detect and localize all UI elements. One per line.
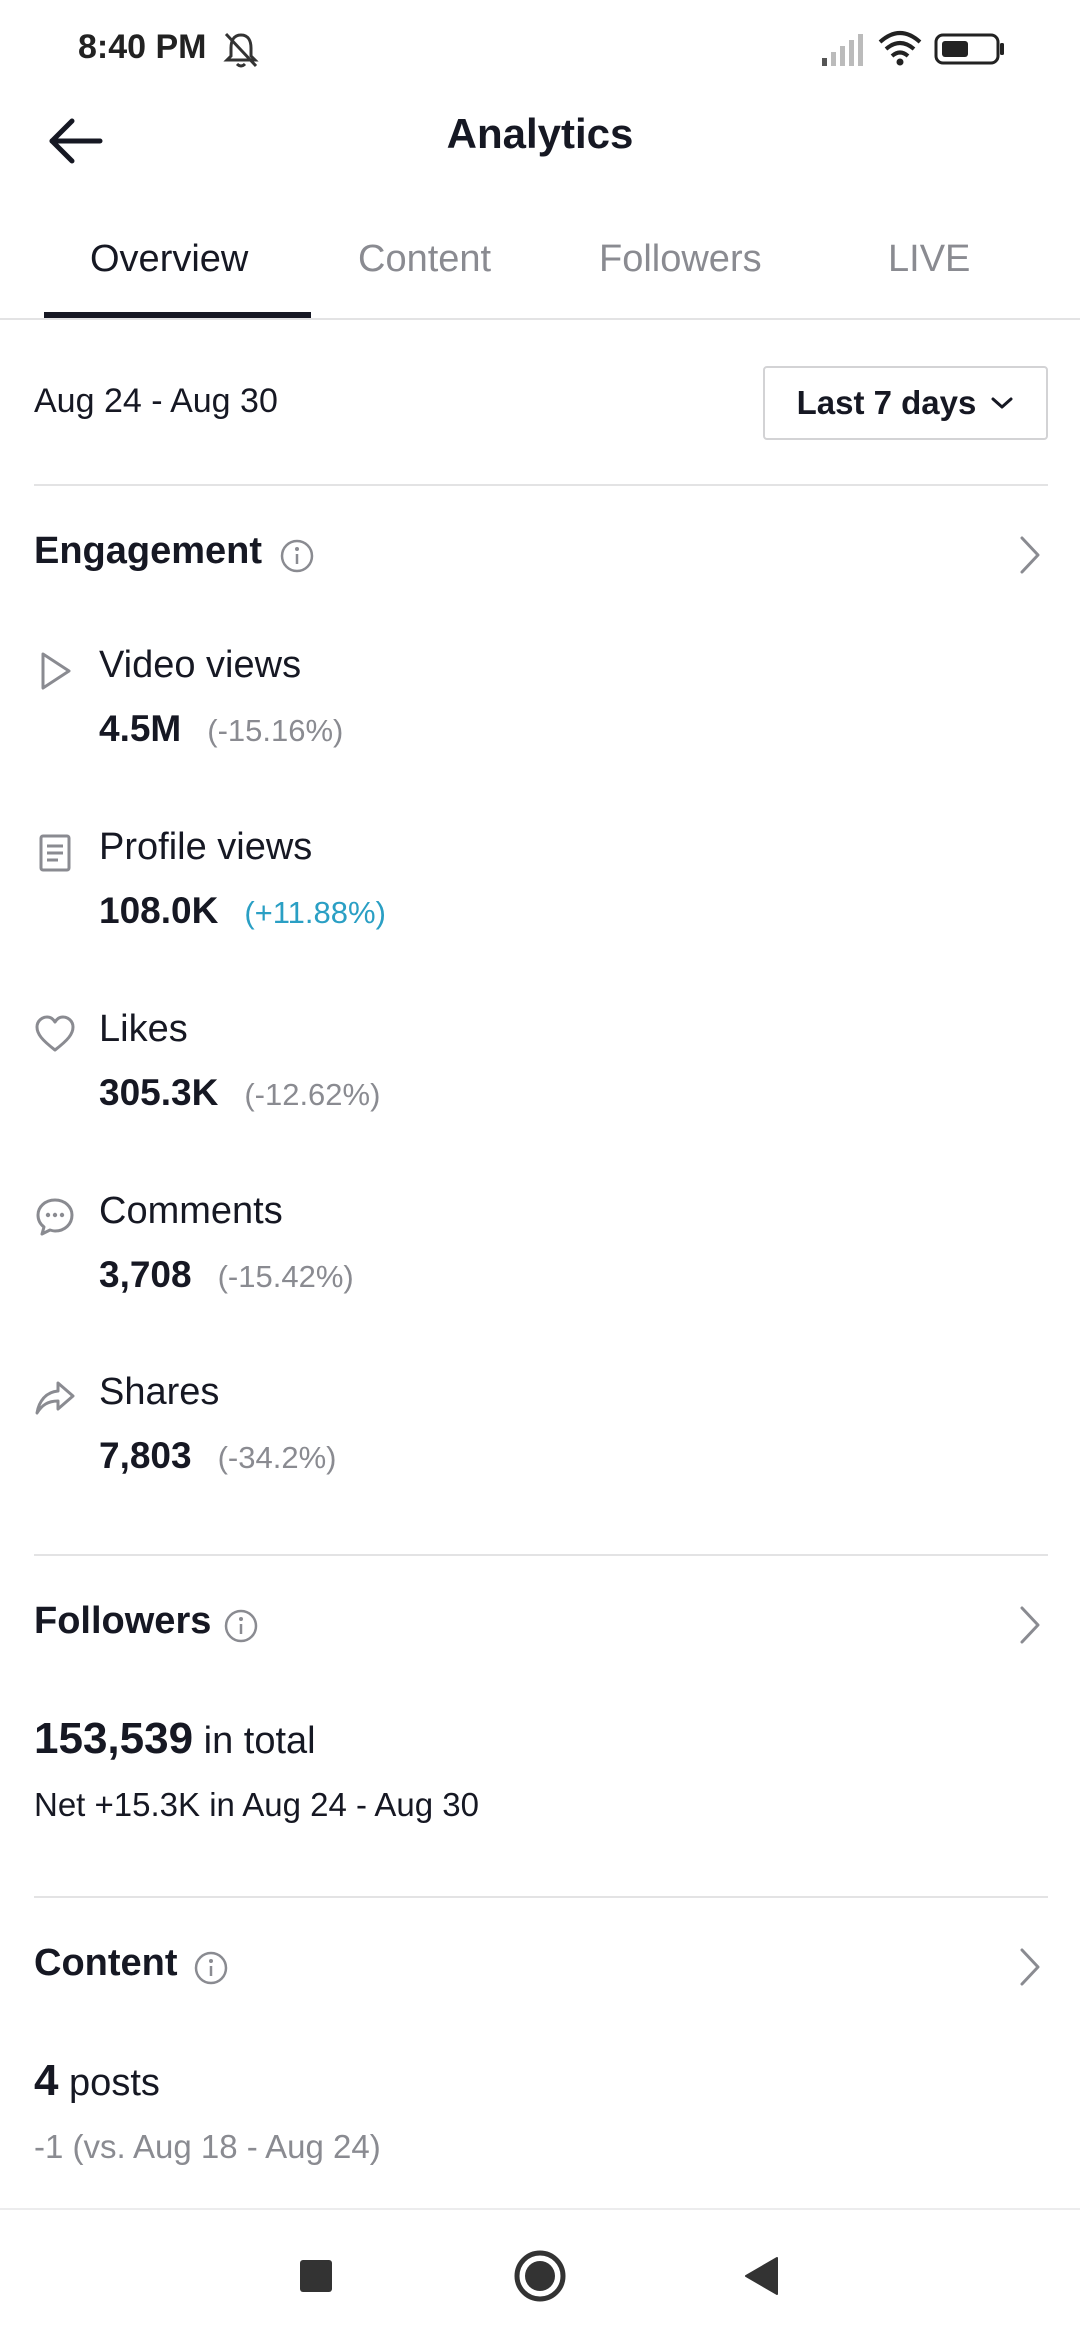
metric-change: (-15.16%) xyxy=(207,713,344,748)
tab-bar: Overview Content Followers LIVE xyxy=(0,216,1080,320)
play-icon xyxy=(41,652,71,690)
followers-total-value: 153,539 xyxy=(34,1714,194,1763)
page-title: Analytics xyxy=(446,110,634,157)
metric-change: (-15.42%) xyxy=(217,1259,354,1294)
followers-net: Net +15.3K in Aug 24 - Aug 30 xyxy=(34,1786,479,1823)
info-icon[interactable] xyxy=(193,1950,229,1986)
followers-total: 153,539 in total xyxy=(34,1714,316,1764)
engagement-title: Engagement xyxy=(34,530,263,572)
content-comparison: -1 (vs. Aug 18 - Aug 24) xyxy=(34,2128,381,2165)
divider xyxy=(34,1896,1048,1898)
tab-followers[interactable]: Followers xyxy=(599,238,762,281)
system-nav-bar xyxy=(0,2212,1080,2340)
signal-icon xyxy=(822,34,863,66)
metric-change: (+11.88%) xyxy=(244,895,386,930)
heart-icon xyxy=(35,1015,75,1052)
metric-label: Video views xyxy=(99,644,302,686)
tab-content[interactable]: Content xyxy=(358,238,491,281)
metric-value: 3,708 xyxy=(99,1254,192,1295)
app-header: Analytics xyxy=(0,96,1080,216)
engagement-section-header[interactable]: Engagement xyxy=(0,514,1080,594)
active-tab-indicator xyxy=(44,312,311,318)
metric-label: Profile views xyxy=(99,826,313,868)
chevron-right-icon[interactable] xyxy=(1008,1944,1048,1990)
divider xyxy=(34,484,1048,486)
comment-icon xyxy=(36,1198,74,1236)
metric-value: 4.5M xyxy=(99,708,182,749)
recents-button[interactable] xyxy=(286,2246,346,2306)
metric-value: 7,803 xyxy=(99,1435,192,1476)
info-icon[interactable] xyxy=(223,1608,259,1644)
metric-value: 305.3K xyxy=(99,1072,219,1113)
metric-change: (-34.2%) xyxy=(217,1440,337,1475)
square-icon xyxy=(300,2260,332,2292)
content-section-header[interactable]: Content xyxy=(0,1926,1080,2006)
metric-change: (-12.62%) xyxy=(244,1077,381,1112)
metric-shares: Shares 7,803 (-34.2%) xyxy=(0,1367,1080,1517)
share-icon xyxy=(35,1381,75,1415)
content-posts-count: 4 xyxy=(34,2056,59,2105)
bell-muted-icon xyxy=(223,32,259,68)
content-posts-suffix: posts xyxy=(69,2062,160,2104)
metric-label: Comments xyxy=(99,1190,283,1232)
metric-label: Likes xyxy=(99,1008,188,1050)
tab-overview[interactable]: Overview xyxy=(90,238,248,281)
tab-live[interactable]: LIVE xyxy=(888,238,970,281)
metric-value: 108.0K xyxy=(99,890,219,931)
metric-video-views: Video views 4.5M (-15.16%) xyxy=(0,640,1080,790)
followers-title: Followers xyxy=(34,1600,212,1642)
chevron-right-icon[interactable] xyxy=(1008,532,1048,578)
info-icon[interactable] xyxy=(279,538,315,574)
followers-section-header[interactable]: Followers xyxy=(0,1584,1080,1664)
battery-icon xyxy=(934,33,1004,65)
followers-total-suffix: in total xyxy=(203,1720,316,1762)
triangle-back-icon xyxy=(745,2257,778,2295)
period-dropdown[interactable]: Last 7 days xyxy=(763,366,1048,440)
metric-likes: Likes 305.3K (-12.62%) xyxy=(0,1004,1080,1154)
profile-card-icon xyxy=(39,834,71,872)
date-range-label: Aug 24 - Aug 30 xyxy=(34,382,278,420)
circle-icon xyxy=(514,2250,566,2302)
date-filter-row: Aug 24 - Aug 30 Last 7 days xyxy=(0,320,1080,486)
status-bar: 8:40 PM xyxy=(0,0,1080,96)
chevron-right-icon[interactable] xyxy=(1008,1602,1048,1648)
wifi-icon xyxy=(878,31,922,66)
period-dropdown-label: Last 7 days xyxy=(796,384,977,421)
nav-divider xyxy=(0,2208,1080,2210)
content-posts: 4 posts xyxy=(34,2056,160,2106)
metric-profile-views: Profile views 108.0K (+11.88%) xyxy=(0,822,1080,972)
divider xyxy=(34,1554,1048,1556)
back-nav-button[interactable] xyxy=(732,2246,792,2306)
status-time: 8:40 PM xyxy=(78,28,207,66)
metric-label: Shares xyxy=(99,1371,220,1413)
content-title: Content xyxy=(34,1942,178,1984)
chevron-down-icon xyxy=(991,397,1013,409)
metric-comments: Comments 3,708 (-15.42%) xyxy=(0,1186,1080,1336)
home-button[interactable] xyxy=(510,2246,570,2306)
